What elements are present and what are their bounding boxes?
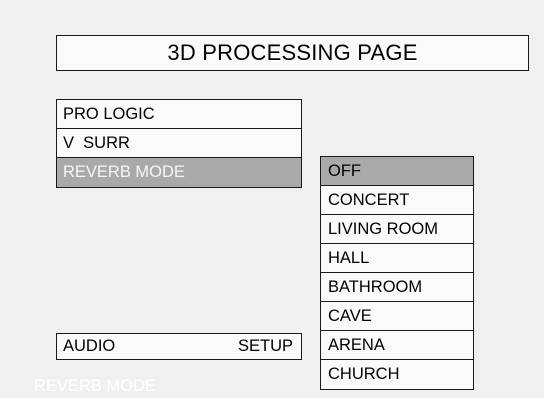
reverb-options-menu: OFF CONCERT LIVING ROOM HALL BATHROOM CA… — [320, 156, 474, 390]
main-menu: PRO LOGIC V SURR REVERB MODE — [56, 99, 302, 188]
status-text: REVERB MODE — [34, 377, 156, 395]
option-item-church[interactable]: CHURCH — [321, 360, 473, 389]
option-item-cave[interactable]: CAVE — [321, 302, 473, 331]
option-item-bathroom[interactable]: BATHROOM — [321, 273, 473, 302]
option-item-off[interactable]: OFF — [321, 157, 473, 186]
option-item-label: HALL — [328, 248, 370, 267]
option-item-concert[interactable]: CONCERT — [321, 186, 473, 215]
page-title: 3D PROCESSING PAGE — [56, 35, 529, 71]
audio-tab[interactable]: AUDIO — [63, 337, 115, 356]
option-item-label: CONCERT — [328, 190, 410, 209]
option-item-label: ARENA — [328, 335, 385, 354]
bottom-nav-bar: AUDIO SETUP — [56, 333, 302, 360]
option-item-label: CHURCH — [328, 365, 400, 383]
option-item-label: LIVING ROOM — [328, 219, 439, 238]
option-item-living-room[interactable]: LIVING ROOM — [321, 215, 473, 244]
menu-item-label: REVERB MODE — [63, 163, 185, 181]
menu-item-pro-logic[interactable]: PRO LOGIC — [57, 100, 301, 129]
option-item-label: OFF — [328, 161, 361, 180]
menu-item-v-surr[interactable]: V SURR — [57, 129, 301, 158]
menu-item-reverb-mode[interactable]: REVERB MODE — [57, 158, 301, 187]
option-item-hall[interactable]: HALL — [321, 244, 473, 273]
option-item-arena[interactable]: ARENA — [321, 331, 473, 360]
option-item-label: CAVE — [328, 306, 372, 325]
menu-item-label: V SURR — [63, 133, 130, 152]
setup-tab[interactable]: SETUP — [238, 337, 293, 356]
option-item-label: BATHROOM — [328, 277, 423, 296]
menu-item-label: PRO LOGIC — [63, 104, 155, 123]
page-title-text: 3D PROCESSING PAGE — [167, 40, 418, 65]
